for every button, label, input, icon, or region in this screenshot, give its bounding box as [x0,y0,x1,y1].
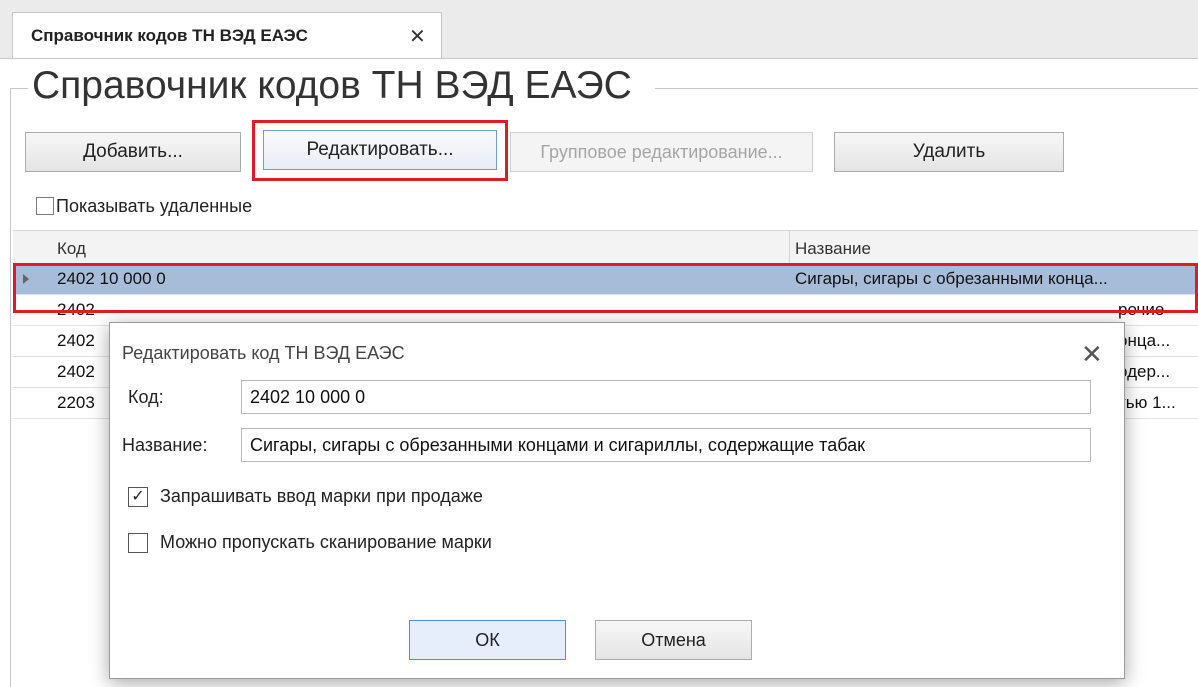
frame-border [10,88,28,89]
column-separator[interactable] [789,231,790,264]
delete-button[interactable]: Удалить [834,132,1064,172]
frame-border [10,88,11,687]
show-deleted-checkbox[interactable] [36,197,54,215]
cancel-button[interactable]: Отмена [595,620,752,660]
ok-button[interactable]: ОК [409,620,566,660]
column-header-code[interactable]: Код [57,239,86,259]
skip-scan-label: Можно пропускать сканирование марки [160,532,492,552]
table-row[interactable]: 2402 10 000 0 Сигары, сигары с обрезанны… [13,264,1198,295]
tab-label: Справочник кодов ТН ВЭД ЕАЭС [31,26,308,45]
row-name: тью 1... [1118,393,1176,412]
require-mark-label: Запрашивать ввод марки при продаже [160,486,483,506]
row-name: Сигары, сигары с обрезанными конца... [795,269,1108,288]
row-indicator-icon [23,274,29,284]
column-header-name[interactable]: Название [795,239,871,259]
row-code: 2402 [57,362,95,381]
row-code: 2402 [57,331,95,350]
frame-border [655,88,1198,89]
skip-scan-checkbox[interactable] [128,533,148,553]
table-header: Код Название [13,230,1198,265]
dialog-title: Редактировать код ТН ВЭД ЕАЭС [122,343,405,363]
code-label: Код: [128,387,164,407]
row-code: 2203 [57,393,95,412]
row-code: 2402 [57,300,95,319]
row-code: 2402 10 000 0 [57,269,166,288]
group-edit-button[interactable]: Групповое редактирование... [510,132,813,172]
row-name: одер... [1118,362,1171,381]
edit-button[interactable]: Редактировать... [263,130,497,170]
edit-code-dialog: Редактировать код ТН ВЭД ЕАЭС ✕ Код: Наз… [109,322,1125,679]
require-mark-checkbox[interactable]: ✓ [128,487,148,507]
row-name: рочие [1118,300,1165,319]
tab-close-icon[interactable]: ✕ [409,24,426,49]
code-field[interactable] [241,380,1091,414]
show-deleted-label: Показывать удаленные [56,196,253,216]
name-field[interactable] [241,428,1091,462]
row-name: онца... [1118,331,1171,350]
tab-tnved-reference[interactable]: Справочник кодов ТН ВЭД ЕАЭС ✕ [12,12,442,58]
close-icon[interactable]: ✕ [1081,339,1103,370]
page-title: Справочник кодов ТН ВЭД ЕАЭС [32,64,638,108]
name-label: Название: [122,435,208,455]
tab-strip: Справочник кодов ТН ВЭД ЕАЭС ✕ [0,0,1198,59]
add-button[interactable]: Добавить... [25,132,241,172]
